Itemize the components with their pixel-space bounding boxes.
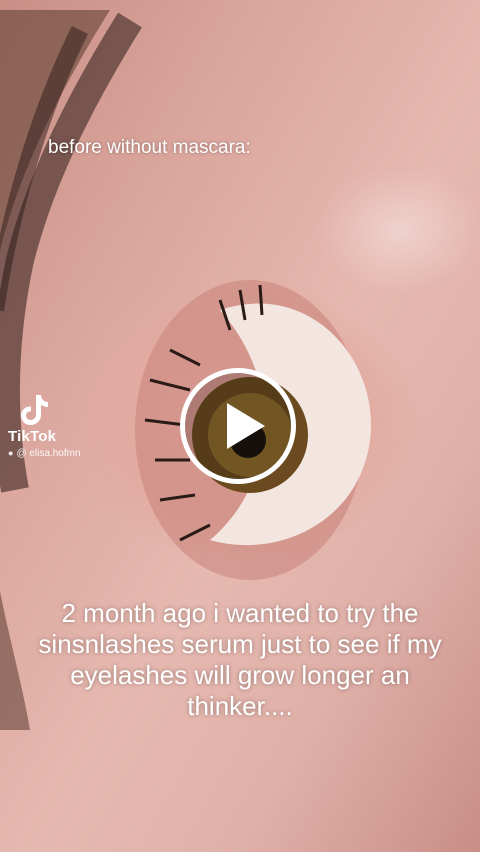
tiktok-watermark: TikTok ● @ elisa.hofmn — [8, 392, 81, 459]
caption-top: before without mascara: — [48, 137, 251, 158]
play-button[interactable] — [180, 368, 296, 484]
tiktok-logo-icon — [21, 395, 48, 425]
video-frame[interactable]: before without mascara: TikTok ● @ elisa.… — [0, 0, 480, 852]
play-icon — [227, 403, 265, 449]
watermark-username-text: @ elisa.hofmn — [16, 448, 81, 459]
watermark-username: ● @ elisa.hofmn — [8, 448, 81, 459]
watermark-brand: TikTok — [8, 428, 57, 445]
person-icon: ● — [8, 448, 14, 458]
caption-bottom: 2 month ago i wanted to try the sinsnlas… — [38, 598, 442, 721]
